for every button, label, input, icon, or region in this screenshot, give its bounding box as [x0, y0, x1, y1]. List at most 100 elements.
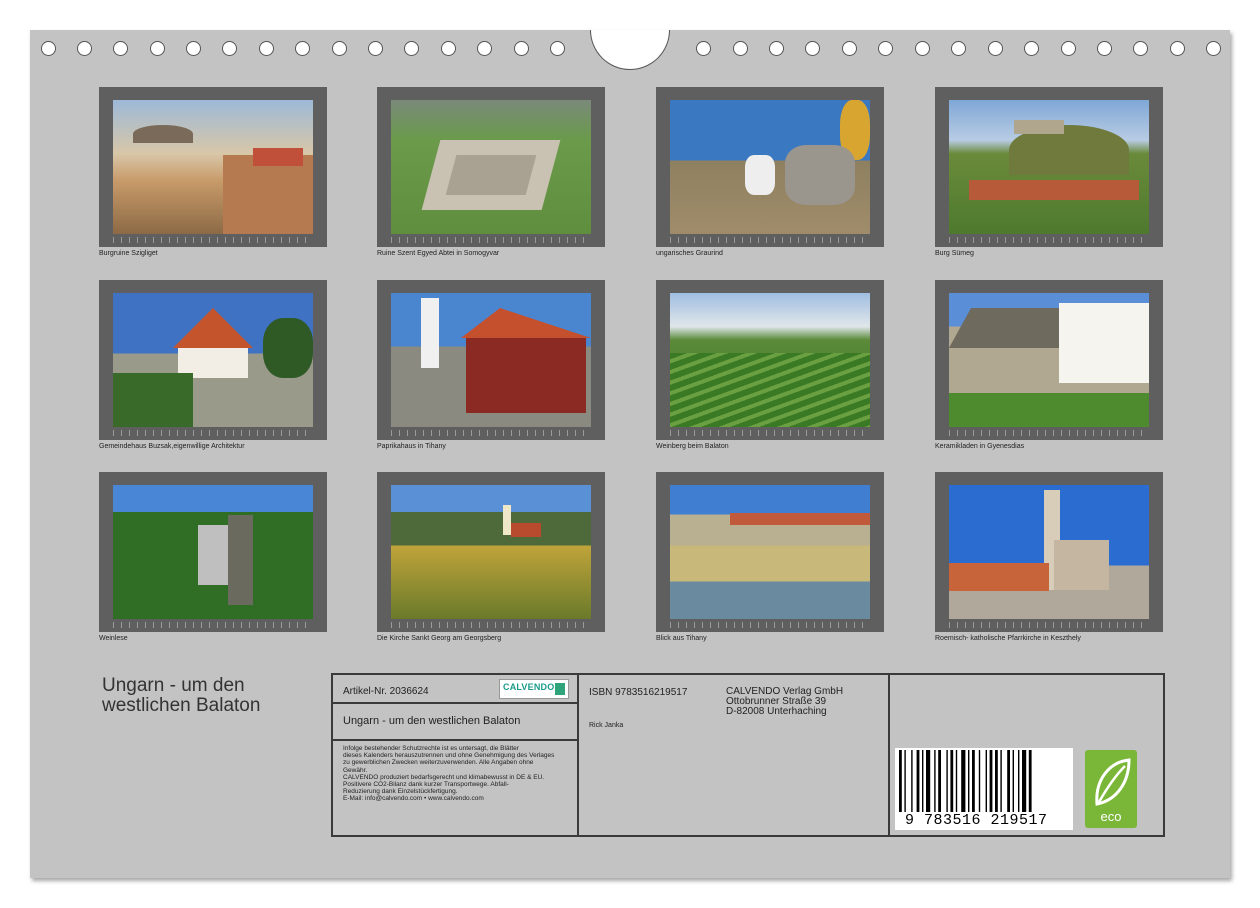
- binding-ring: [259, 41, 274, 56]
- month-strip: [113, 430, 313, 436]
- photo-shape: [253, 148, 303, 166]
- hill-church-photo: [391, 485, 591, 619]
- barcode-bar: [968, 750, 970, 812]
- binding-ring: [1133, 41, 1148, 56]
- photo-shape: [730, 513, 870, 525]
- photo-frame: [656, 472, 884, 632]
- calendar-title: Ungarn - um den westlichen Balaton: [102, 676, 260, 716]
- photo-frame: [935, 87, 1163, 247]
- legal-line: Infolge bestehender Schutzrechte ist es …: [343, 745, 519, 752]
- lake-view-photo: [670, 485, 870, 619]
- barcode-bar: [978, 750, 981, 812]
- photo-shape: [113, 373, 193, 427]
- calvendo-logo: CALVENDO: [499, 679, 569, 699]
- binding-ring: [696, 41, 711, 56]
- calendar-title-line-2: westlichen Balaton: [102, 695, 261, 716]
- photo-shape: [745, 155, 775, 195]
- barcode-bar: [938, 750, 941, 812]
- photo-shape: [263, 318, 313, 378]
- month-strip: [949, 237, 1149, 243]
- barcode-bar: [995, 750, 998, 812]
- author: Rick Janka: [589, 722, 624, 729]
- barcode: 9 783516 219517: [895, 748, 1073, 830]
- barcode-bar: [989, 750, 993, 812]
- isbn: ISBN 9783516219517: [589, 687, 688, 698]
- photo-frame: [99, 87, 327, 247]
- binding-ring: [186, 41, 201, 56]
- barcode-bar: [904, 750, 906, 812]
- binding-ring: [1206, 41, 1221, 56]
- publisher-address: CALVENDO Verlag GmbH Ottobrunner Straße …: [726, 687, 843, 717]
- barcode-bar: [911, 750, 913, 812]
- month-strip: [949, 622, 1149, 628]
- photo-shape: [969, 180, 1139, 200]
- photo-caption: ungarisches Graurind: [656, 250, 723, 257]
- binding-ring: [441, 41, 456, 56]
- barcode-bar: [934, 750, 936, 812]
- barcode-bar: [972, 750, 975, 812]
- info-divider-2: [888, 675, 890, 835]
- legal-line: Reduzierung dank Einzelstückfertigung.: [343, 788, 458, 796]
- month-strip: [670, 622, 870, 628]
- grey-cattle-photo: [670, 100, 870, 234]
- binding-ring: [878, 41, 893, 56]
- binding-ring: [113, 41, 128, 56]
- legal-line: CALVENDO produziert bedarfsgerecht und k…: [343, 773, 545, 781]
- barcode-bar: [1012, 750, 1014, 812]
- barcode-bar: [950, 750, 954, 812]
- binding-ring: [988, 41, 1003, 56]
- barcode-number: 9 783516 219517: [903, 812, 1050, 829]
- legal-text: Infolge bestehender Schutzrechte ist es …: [343, 745, 575, 803]
- photo-caption: Gemeindehaus Buzsak,eigenwillige Archite…: [99, 443, 245, 450]
- photo-caption: Weinlese: [99, 635, 128, 642]
- vineyard-photo: [670, 293, 870, 427]
- barcode-bar: [946, 750, 948, 812]
- binding-ring: [951, 41, 966, 56]
- hill-castle-photo: [949, 100, 1149, 234]
- photo-caption: Weinberg beim Balaton: [656, 443, 729, 450]
- binding-ring: [842, 41, 857, 56]
- publisher-line: D-82008 Unterhaching: [726, 706, 827, 717]
- photo-caption: Burgruine Szigliget: [99, 250, 158, 257]
- binding-ring: [550, 41, 565, 56]
- photo-caption: Paprikahaus in Tihany: [377, 443, 446, 450]
- barcode-bar: [1022, 750, 1027, 812]
- photo-shape: [133, 125, 193, 143]
- photo-shape: [949, 393, 1149, 427]
- binding-ring: [915, 41, 930, 56]
- photo-frame: [377, 280, 605, 440]
- photo-shape: [785, 145, 855, 205]
- calvendo-logo-icon: [555, 683, 565, 695]
- photo-caption: Ruine Szent Egyed Abtei in Somogyvar: [377, 250, 500, 257]
- photo-caption: Blick aus Tihany: [656, 635, 707, 642]
- cathedral-photo: [949, 485, 1149, 619]
- photo-frame: [935, 472, 1163, 632]
- village-house-photo: [113, 293, 313, 427]
- photo-frame: [656, 280, 884, 440]
- month-strip: [113, 622, 313, 628]
- info-hline-1: [333, 702, 577, 704]
- barcode-bar: [961, 750, 966, 812]
- barcode-bar: [1007, 750, 1010, 812]
- article-number: Artikel-Nr. 2036624: [343, 686, 429, 697]
- ceramics-shop-photo: [949, 293, 1149, 427]
- month-strip: [113, 237, 313, 243]
- photo-caption: Roemisch- katholische Pfarrkirche in Kes…: [935, 635, 1081, 642]
- photo-shape: [670, 353, 870, 427]
- month-strip: [391, 430, 591, 436]
- month-strip: [949, 430, 1149, 436]
- photo-shape: [949, 563, 1049, 591]
- binding-ring: [77, 41, 92, 56]
- photo-caption: Die Kirche Sankt Georg am Georgsberg: [377, 635, 502, 642]
- binding-ring: [477, 41, 492, 56]
- photo-caption: Burg Sümeg: [935, 250, 974, 257]
- photo-frame: [377, 87, 605, 247]
- photo-shape: [445, 155, 537, 195]
- legal-line: dieses Kalenders herauszutrennen und ohn…: [343, 752, 555, 760]
- barcode-bar: [985, 750, 987, 812]
- photo-frame: [99, 472, 327, 632]
- photo-shape: [1059, 303, 1149, 383]
- photo-frame: [935, 280, 1163, 440]
- photo-shape: [421, 298, 439, 368]
- binding-ring: [769, 41, 784, 56]
